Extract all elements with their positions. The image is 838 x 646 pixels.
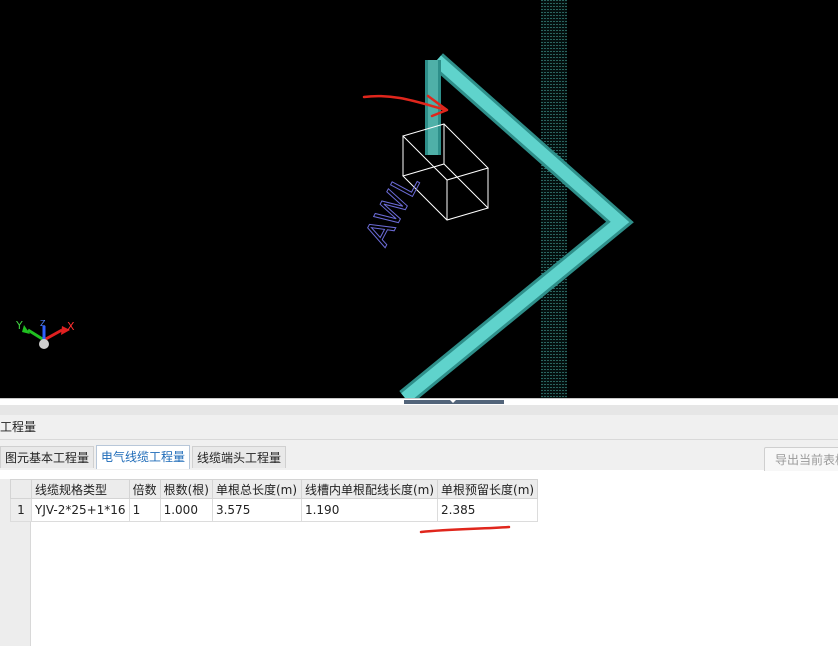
table-cell[interactable]: YJV-2*25+1*16 [31, 498, 130, 522]
quantity-tabbar: 图元基本工程量 电气线缆工程量 线缆端头工程量 [0, 440, 838, 470]
column-header[interactable]: 根数(根) [159, 479, 213, 499]
collapse-arrow-icon[interactable] [449, 399, 457, 403]
row-number: 1 [10, 498, 32, 522]
box-label: AWL [358, 168, 428, 252]
cable-quantity-table: 线缆规格类型 倍数 根数(根) 单根总长度(m) 线槽内单根配线长度(m) 单根… [10, 479, 539, 522]
cable-pipe[interactable] [399, 53, 634, 398]
column-header[interactable]: 线缆规格类型 [31, 479, 130, 499]
table-cell[interactable]: 1.190 [300, 498, 439, 522]
table-cell[interactable]: 2.385 [437, 498, 539, 522]
panel-gap [0, 405, 838, 415]
column-header[interactable]: 单根预留长度(m) [437, 479, 539, 499]
quantity-table-area: 线缆规格类型 倍数 根数(根) 单根总长度(m) 线槽内单根配线长度(m) 单根… [0, 471, 838, 646]
column-header[interactable]: 倍数 [128, 479, 161, 499]
3d-viewport[interactable]: AWL X Y Z [0, 0, 838, 398]
annotation-underline [419, 525, 511, 534]
axis-y-label: Y [15, 319, 23, 332]
tab-element-quantity[interactable]: 图元基本工程量 [0, 446, 94, 468]
table-header-row: 线缆规格类型 倍数 根数(根) 单根总长度(m) 线槽内单根配线长度(m) 单根… [10, 479, 539, 499]
viewport-canvas[interactable]: AWL X Y Z [0, 0, 838, 398]
table-corner [10, 479, 32, 499]
column-header[interactable]: 线槽内单根配线长度(m) [300, 479, 439, 499]
tab-cable-quantity[interactable]: 电气线缆工程量 [96, 445, 190, 469]
tab-cable-terminal-quantity[interactable]: 线缆端头工程量 [192, 446, 286, 468]
panel-splitter[interactable] [0, 398, 838, 405]
axis-x-label: X [67, 320, 75, 333]
column-header[interactable]: 单根总长度(m) [211, 479, 302, 499]
table-cell[interactable]: 1.000 [159, 498, 213, 522]
axis-gizmo: X Y Z [15, 319, 75, 349]
table-cell[interactable]: 3.575 [211, 498, 302, 522]
table-cell[interactable]: 1 [128, 498, 161, 522]
panel-title: 工程量 [0, 415, 838, 440]
table-row[interactable]: 1 YJV-2*25+1*16 1 1.000 3.575 1.190 2.38… [10, 498, 539, 522]
dotted-wall-band [541, 0, 567, 398]
export-table-button[interactable]: 导出当前表格 [764, 447, 838, 473]
axis-z-label: Z [40, 319, 46, 328]
